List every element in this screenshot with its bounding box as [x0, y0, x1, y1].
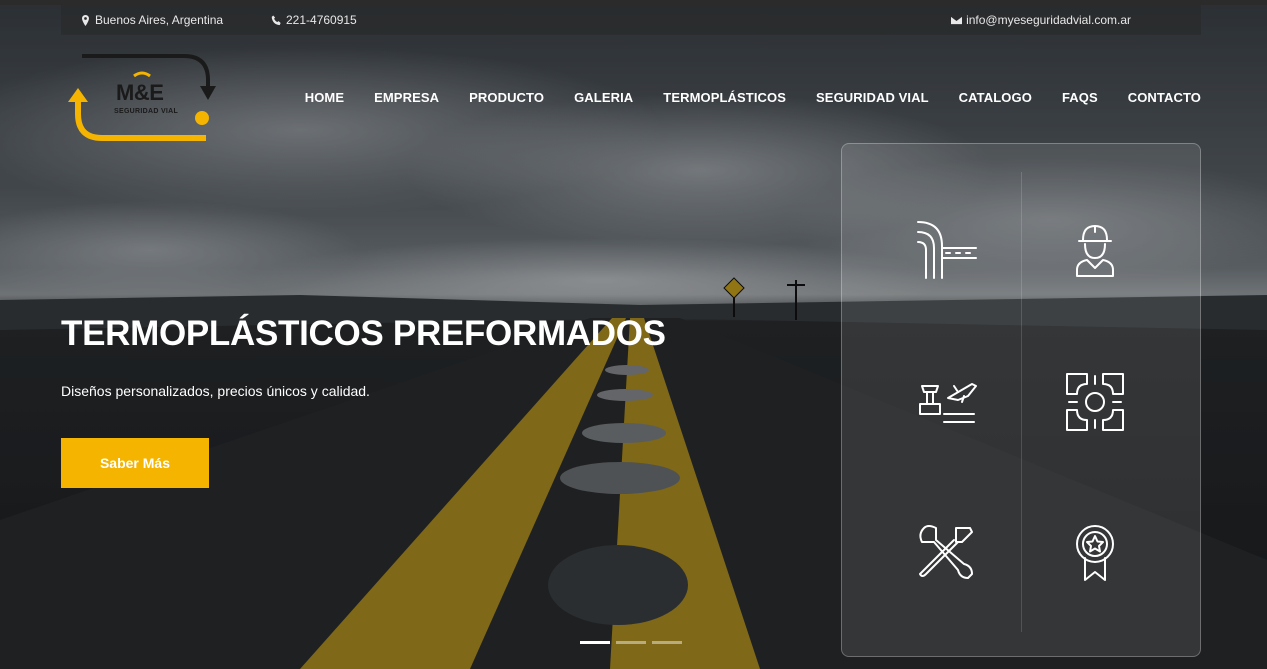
- slider-indicators: [580, 641, 682, 644]
- email-item[interactable]: info@myeseguridadvial.com.ar: [951, 13, 1131, 27]
- envelope-icon: [951, 16, 963, 24]
- tools-icon: [919, 525, 973, 579]
- hero-title: TERMOPLÁSTICOS PREFORMADOS: [61, 314, 666, 353]
- service-airport[interactable]: [914, 370, 978, 434]
- map-marker-icon: [82, 14, 89, 26]
- logo-tagline: SEGURIDAD VIAL: [114, 108, 179, 115]
- service-tools[interactable]: [914, 520, 978, 584]
- phone-icon: [271, 14, 281, 25]
- service-award[interactable]: [1063, 520, 1127, 584]
- nav-faqs[interactable]: FAQS: [1062, 90, 1098, 105]
- nav-contacto[interactable]: CONTACTO: [1128, 90, 1201, 105]
- service-road-intersection[interactable]: [914, 218, 978, 282]
- nav-empresa[interactable]: EMPRESA: [374, 90, 439, 105]
- service-road-grid[interactable]: [1063, 370, 1127, 434]
- hero-subtitle: Diseños personalizados, precios únicos y…: [61, 383, 370, 399]
- saber-mas-button[interactable]: Saber Más: [61, 438, 209, 488]
- top-info-bar: Buenos Aires, Argentina 221-4760915 info…: [61, 5, 1201, 35]
- slide-dot-1[interactable]: [580, 641, 610, 644]
- nav-seguridad-vial[interactable]: SEGURIDAD VIAL: [816, 90, 929, 105]
- nav-galeria[interactable]: GALERIA: [574, 90, 633, 105]
- service-worker[interactable]: [1063, 218, 1127, 282]
- worker-icon: [1076, 225, 1114, 277]
- main-nav: HOME EMPRESA PRODUCTO GALERIA TERMOPLÁST…: [305, 90, 1201, 105]
- nav-catalogo[interactable]: CATALOGO: [959, 90, 1032, 105]
- panel-divider: [1021, 172, 1022, 632]
- company-logo[interactable]: M&E SEGURIDAD VIAL: [66, 50, 216, 144]
- logo-brand: M&E: [116, 80, 164, 105]
- slide-dot-2[interactable]: [616, 641, 646, 644]
- location-text: Buenos Aires, Argentina: [95, 13, 224, 27]
- airport-icon: [919, 383, 977, 423]
- location-item: Buenos Aires, Argentina: [80, 13, 223, 27]
- nav-termoplasticos[interactable]: TERMOPLÁSTICOS: [663, 90, 786, 105]
- phone-item[interactable]: 221-4760915: [271, 13, 357, 27]
- email-text[interactable]: info@myeseguridadvial.com.ar: [966, 13, 1131, 27]
- phone-text[interactable]: 221-4760915: [286, 13, 357, 27]
- nav-producto[interactable]: PRODUCTO: [469, 90, 544, 105]
- road-intersection-icon: [917, 221, 977, 279]
- nav-home[interactable]: HOME: [305, 90, 344, 105]
- slide-dot-3[interactable]: [652, 641, 682, 644]
- award-badge-icon: [1076, 525, 1114, 581]
- services-panel: [841, 143, 1201, 657]
- road-grid-icon: [1066, 373, 1124, 431]
